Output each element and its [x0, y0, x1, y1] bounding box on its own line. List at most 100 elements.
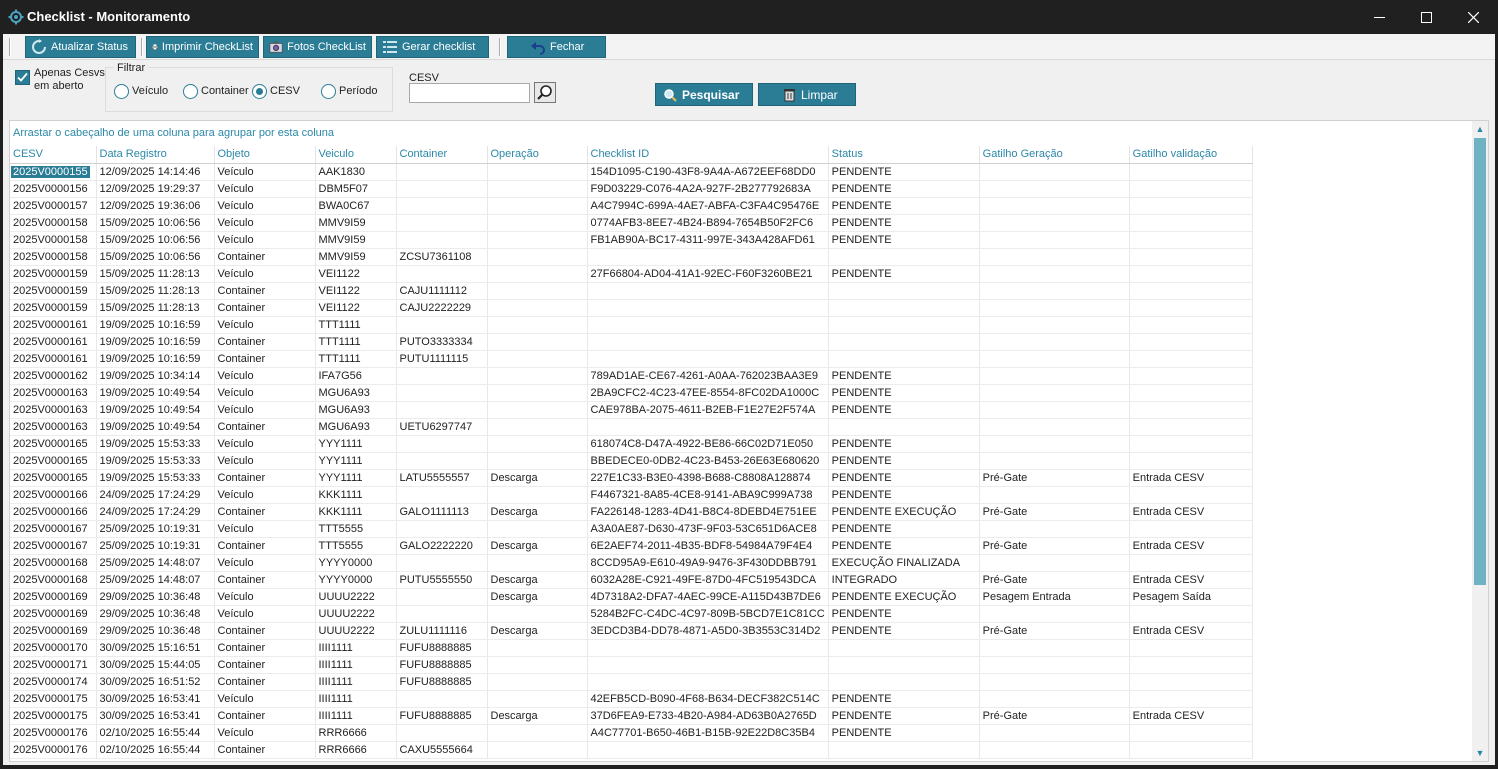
table-cell[interactable] — [396, 367, 488, 385]
table-cell[interactable]: UUUU2222 — [315, 622, 397, 640]
table-cell[interactable]: 2025V0000170 — [10, 639, 97, 657]
table-cell[interactable]: 15/09/2025 10:06:56 — [96, 231, 215, 249]
table-cell[interactable]: FUFU8888885 — [396, 639, 488, 657]
table-cell[interactable] — [487, 741, 588, 759]
table-cell[interactable] — [396, 265, 488, 283]
table-cell[interactable] — [1129, 401, 1253, 419]
table-cell[interactable]: 2025V0000166 — [10, 503, 97, 521]
table-cell[interactable]: Veículo — [214, 435, 316, 453]
table-cell[interactable]: YYY1111 — [315, 469, 397, 487]
table-cell[interactable]: PENDENTE — [828, 401, 980, 419]
table-cell[interactable]: PENDENTE — [828, 231, 980, 249]
table-cell[interactable]: Veículo — [214, 554, 316, 572]
table-cell[interactable]: A4C77701-B650-46B1-B15B-92E22D8C35B4 — [587, 724, 829, 742]
table-cell[interactable] — [979, 180, 1130, 198]
column-header[interactable]: Container — [396, 146, 488, 164]
table-cell[interactable]: RRR6666 — [315, 724, 397, 742]
apenas-cesvs-checkbox[interactable] — [15, 70, 30, 85]
table-cell[interactable]: 19/09/2025 10:49:54 — [96, 401, 215, 419]
table-cell[interactable]: GALO2222220 — [396, 537, 488, 555]
table-cell[interactable]: 3EDCD3B4-DD78-4871-A5D0-3B3553C314D2 — [587, 622, 829, 640]
table-cell[interactable]: MMV9I59 — [315, 231, 397, 249]
table-cell[interactable]: TTT1111 — [315, 350, 397, 368]
table-cell[interactable] — [487, 401, 588, 419]
table-cell[interactable]: IIII1111 — [315, 707, 397, 725]
radio-container[interactable] — [183, 84, 198, 99]
table-cell[interactable]: 2025V0000167 — [10, 520, 97, 538]
table-cell[interactable]: Descarga — [487, 707, 588, 725]
table-cell[interactable]: 2025V0000159 — [10, 299, 97, 317]
table-cell[interactable]: UUUU2222 — [315, 605, 397, 623]
table-cell[interactable]: 2025V0000161 — [10, 333, 97, 351]
table-cell[interactable]: PENDENTE — [828, 197, 980, 215]
table-cell[interactable]: Container — [214, 571, 316, 589]
table-cell[interactable]: Veículo — [214, 367, 316, 385]
table-cell[interactable]: Veículo — [214, 724, 316, 742]
table-cell[interactable]: 2025V0000155 — [10, 163, 97, 181]
table-cell[interactable] — [979, 673, 1130, 691]
table-cell[interactable]: 29/09/2025 10:36:48 — [96, 622, 215, 640]
table-cell[interactable]: 2025V0000159 — [10, 265, 97, 283]
table-cell[interactable]: PUTU1111115 — [396, 350, 488, 368]
table-cell[interactable]: PENDENTE — [828, 469, 980, 487]
table-cell[interactable]: 29/09/2025 10:36:48 — [96, 605, 215, 623]
table-cell[interactable] — [979, 214, 1130, 232]
table-cell[interactable] — [487, 282, 588, 300]
table-cell[interactable]: 2025V0000165 — [10, 452, 97, 470]
table-cell[interactable]: PENDENTE — [828, 605, 980, 623]
table-cell[interactable] — [828, 299, 980, 317]
table-cell[interactable] — [487, 656, 588, 674]
table-cell[interactable]: 29/09/2025 10:36:48 — [96, 588, 215, 606]
table-cell[interactable]: 2025V0000175 — [10, 690, 97, 708]
table-cell[interactable]: 25/09/2025 14:48:07 — [96, 571, 215, 589]
minimize-button[interactable] — [1356, 0, 1402, 34]
table-cell[interactable] — [587, 741, 829, 759]
table-cell[interactable] — [487, 724, 588, 742]
cesv-input[interactable] — [409, 83, 530, 103]
table-cell[interactable]: PENDENTE — [828, 537, 980, 555]
table-row[interactable]: 2025V0000159 15/09/2025 11:28:13 Veículo VE… — [10, 265, 1253, 283]
table-cell[interactable]: 30/09/2025 16:51:52 — [96, 673, 215, 691]
gerar-checklist-button[interactable]: Gerar checklist — [376, 36, 489, 58]
table-cell[interactable]: IIII1111 — [315, 690, 397, 708]
table-row[interactable]: 2025V0000166 24/09/2025 17:24:29 Veículo KK… — [10, 486, 1253, 504]
column-header[interactable]: Operação — [487, 146, 588, 164]
table-cell[interactable]: 2025V0000176 — [10, 724, 97, 742]
table-cell[interactable]: PENDENTE — [828, 724, 980, 742]
table-cell[interactable] — [587, 656, 829, 674]
table-cell[interactable]: F9D03229-C076-4A2A-927F-2B277792683A — [587, 180, 829, 198]
table-row[interactable]: 2025V0000165 19/09/2025 15:53:33 Veículo YY… — [10, 452, 1253, 470]
table-cell[interactable]: Descarga — [487, 622, 588, 640]
table-cell[interactable]: IIII1111 — [315, 673, 397, 691]
table-cell[interactable] — [1129, 197, 1253, 215]
table-cell[interactable] — [487, 554, 588, 572]
imprimir-checklist-button[interactable]: Imprimir CheckList — [146, 36, 259, 58]
table-cell[interactable]: 19/09/2025 10:34:14 — [96, 367, 215, 385]
table-cell[interactable]: TTT1111 — [315, 333, 397, 351]
table-row[interactable]: 2025V0000163 19/09/2025 10:49:54 Veículo MG… — [10, 401, 1253, 419]
table-cell[interactable] — [979, 418, 1130, 436]
table-cell[interactable]: 2025V0000168 — [10, 571, 97, 589]
pesquisar-button[interactable]: Pesquisar — [655, 83, 753, 106]
table-cell[interactable]: FUFU8888885 — [396, 673, 488, 691]
table-cell[interactable]: Descarga — [487, 571, 588, 589]
table-cell[interactable] — [1129, 605, 1253, 623]
table-cell[interactable]: VEI1122 — [315, 282, 397, 300]
table-cell[interactable]: 2025V0000158 — [10, 214, 97, 232]
table-cell[interactable] — [1129, 418, 1253, 436]
table-cell[interactable] — [1129, 299, 1253, 317]
table-cell[interactable] — [487, 673, 588, 691]
table-cell[interactable] — [487, 486, 588, 504]
table-cell[interactable] — [1129, 724, 1253, 742]
table-cell[interactable]: KKK1111 — [315, 503, 397, 521]
table-cell[interactable] — [487, 435, 588, 453]
table-cell[interactable] — [1129, 486, 1253, 504]
table-cell[interactable] — [828, 316, 980, 334]
table-cell[interactable] — [487, 384, 588, 402]
table-cell[interactable]: 19/09/2025 10:49:54 — [96, 384, 215, 402]
table-cell[interactable] — [979, 656, 1130, 674]
table-cell[interactable]: 2025V0000157 — [10, 197, 97, 215]
table-cell[interactable]: 27F66804-AD04-41A1-92EC-F60F3260BE21 — [587, 265, 829, 283]
maximize-button[interactable] — [1403, 0, 1449, 34]
table-cell[interactable] — [828, 350, 980, 368]
